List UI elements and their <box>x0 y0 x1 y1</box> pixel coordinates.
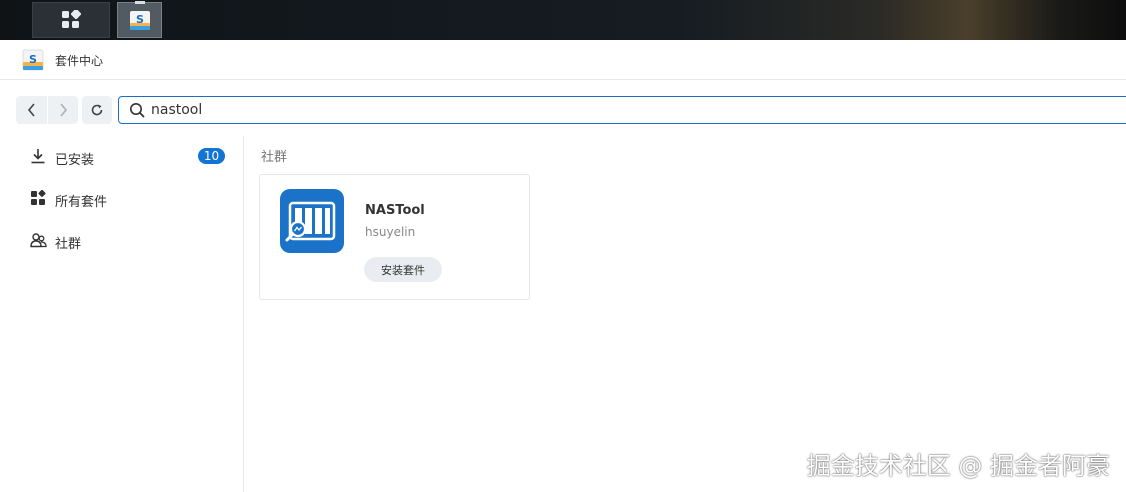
chevron-right-icon <box>60 103 68 117</box>
back-button[interactable] <box>16 96 47 124</box>
package-author: hsuyelin <box>365 225 416 239</box>
installed-count-badge: 10 <box>198 148 225 164</box>
package-center-window: S 套件中心 nastool 已安装 10 所有套件 社群 社群 NASTool… <box>0 40 1126 492</box>
active-indicator <box>135 1 145 4</box>
svg-text:S: S <box>136 13 144 26</box>
main-menu-button[interactable] <box>32 2 110 38</box>
chevron-left-icon <box>27 103 35 117</box>
toolbar <box>0 81 1126 136</box>
sidebar-item-label: 社群 <box>55 237 82 252</box>
package-center-icon: S <box>21 48 45 76</box>
search-box[interactable] <box>118 96 1126 124</box>
svg-text:S: S <box>29 53 37 66</box>
watermark: 掘金技术社区 @ 掘金者阿豪 <box>806 452 1110 480</box>
window-titlebar: S 套件中心 <box>0 40 1126 80</box>
download-icon <box>30 148 46 168</box>
grid-icon <box>62 10 81 28</box>
package-card[interactable]: NASTool hsuyelin 安装套件 <box>259 174 530 300</box>
refresh-icon <box>91 104 103 116</box>
taskbar-left-strip <box>0 0 16 40</box>
sidebar-item-label: 所有套件 <box>55 195 108 210</box>
search-input[interactable] <box>151 100 751 120</box>
taskbar: S <box>0 0 1126 40</box>
community-icon <box>30 232 47 252</box>
refresh-button[interactable] <box>82 96 112 124</box>
nastool-icon <box>280 189 344 253</box>
section-title: 社群 <box>261 150 288 165</box>
search-icon <box>130 103 145 118</box>
install-package-button[interactable]: 安装套件 <box>364 257 442 282</box>
sidebar-item-label: 已安装 <box>55 153 95 168</box>
package-name: NASTool <box>365 203 425 218</box>
forward-button[interactable] <box>48 96 78 124</box>
sidebar: 已安装 10 所有套件 社群 <box>0 136 244 492</box>
taskbar-package-center[interactable]: S <box>117 1 162 38</box>
grid-icon <box>30 189 46 210</box>
window-title: 套件中心 <box>55 54 104 68</box>
sidebar-item-all-packages[interactable]: 所有套件 <box>0 178 243 218</box>
package-center-icon: S <box>129 11 150 30</box>
main-content: 社群 NASTool hsuyelin 安装套件 <box>244 136 1126 492</box>
sidebar-item-installed[interactable]: 已安装 10 <box>0 136 243 176</box>
sidebar-item-community[interactable]: 社群 <box>0 220 243 260</box>
